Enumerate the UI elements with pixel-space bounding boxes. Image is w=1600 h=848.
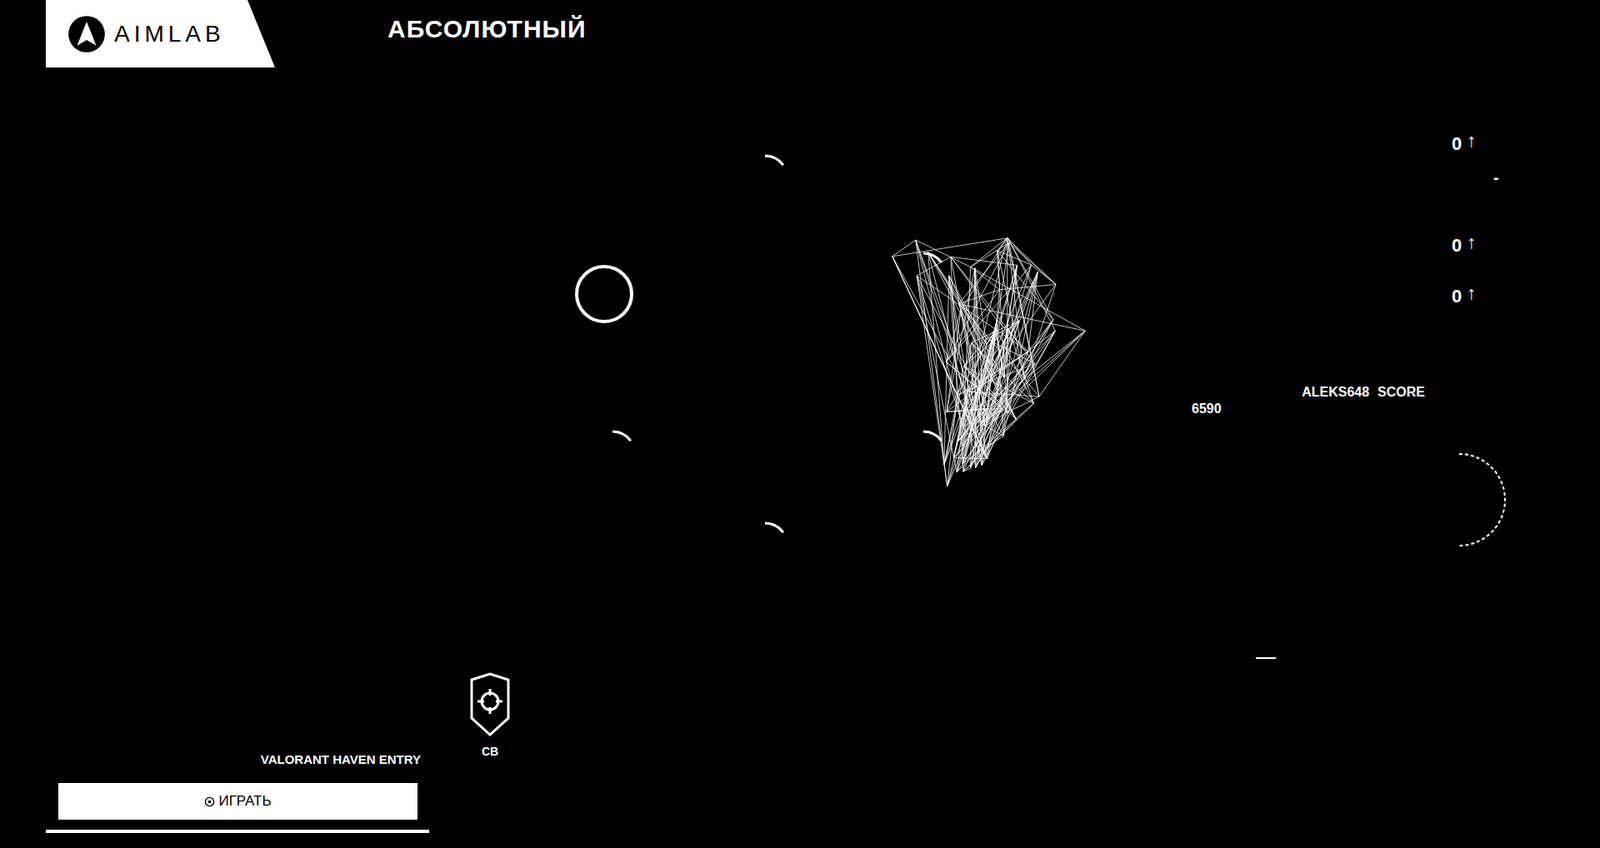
underline	[45, 830, 430, 834]
game-screen: AIMLAB АБСОЛЮТНЫЙ 0 ↑ - 0 ↑ 0 ↑ ALEKS648 …	[0, 0, 1600, 848]
score-label: ALEKS648 SCORE	[1301, 385, 1434, 400]
target[interactable]	[900, 253, 946, 299]
stats-panel: 0 ↑ - 0 ↑ 0 ↑	[1451, 131, 1500, 310]
play-button[interactable]: ИГРАТЬ	[58, 783, 418, 820]
header: AIMLAB АБСОЛЮТНЫЙ	[0, 0, 1600, 68]
task-panel: VALORANT HAVEN ENTRY ИГРАТЬ	[45, 751, 430, 834]
arrow-up-icon: ↑	[1466, 233, 1476, 252]
target[interactable]	[742, 155, 788, 201]
difficulty-title: АБСОЛЮТНЫЙ	[387, 15, 587, 44]
stat-value: 0	[1451, 284, 1462, 310]
player-name: ALEKS648	[1301, 385, 1370, 400]
target[interactable]	[576, 266, 632, 322]
target[interactable]	[900, 431, 946, 477]
target[interactable]	[742, 523, 788, 569]
stat-value: 0	[1451, 131, 1462, 157]
game-canvas[interactable]	[0, 0, 1600, 848]
arrow-up-icon: ↑	[1466, 284, 1476, 303]
score-title: SCORE	[1377, 385, 1425, 400]
rank-badge: CB	[466, 671, 514, 759]
stat-row: 0 ↑	[1451, 284, 1500, 310]
rank-label: CB	[481, 745, 499, 759]
logo[interactable]: AIMLAB	[45, 0, 275, 68]
score-panel: ALEKS648 SCORE 6590	[1191, 385, 1434, 417]
arrow-up-icon: ↑	[1466, 131, 1476, 150]
logo-text: AIMLAB	[114, 20, 225, 48]
stat-dash: -	[1451, 165, 1500, 190]
hud-mark	[1255, 657, 1276, 660]
timer-arc	[1459, 454, 1505, 546]
stat-row: 0 ↑	[1451, 233, 1500, 259]
stat-row: 0 ↑	[1451, 131, 1500, 157]
score-value: 6590	[1191, 401, 1434, 417]
shield-crosshair-icon	[468, 671, 512, 739]
task-name: VALORANT HAVEN ENTRY	[260, 751, 421, 769]
target-icon	[204, 796, 215, 808]
mesh-model	[892, 237, 1085, 487]
stat-value: 0	[1451, 233, 1462, 259]
target[interactable]	[590, 431, 635, 477]
aimlab-logo-icon	[67, 15, 106, 54]
play-label: ИГРАТЬ	[218, 793, 271, 810]
